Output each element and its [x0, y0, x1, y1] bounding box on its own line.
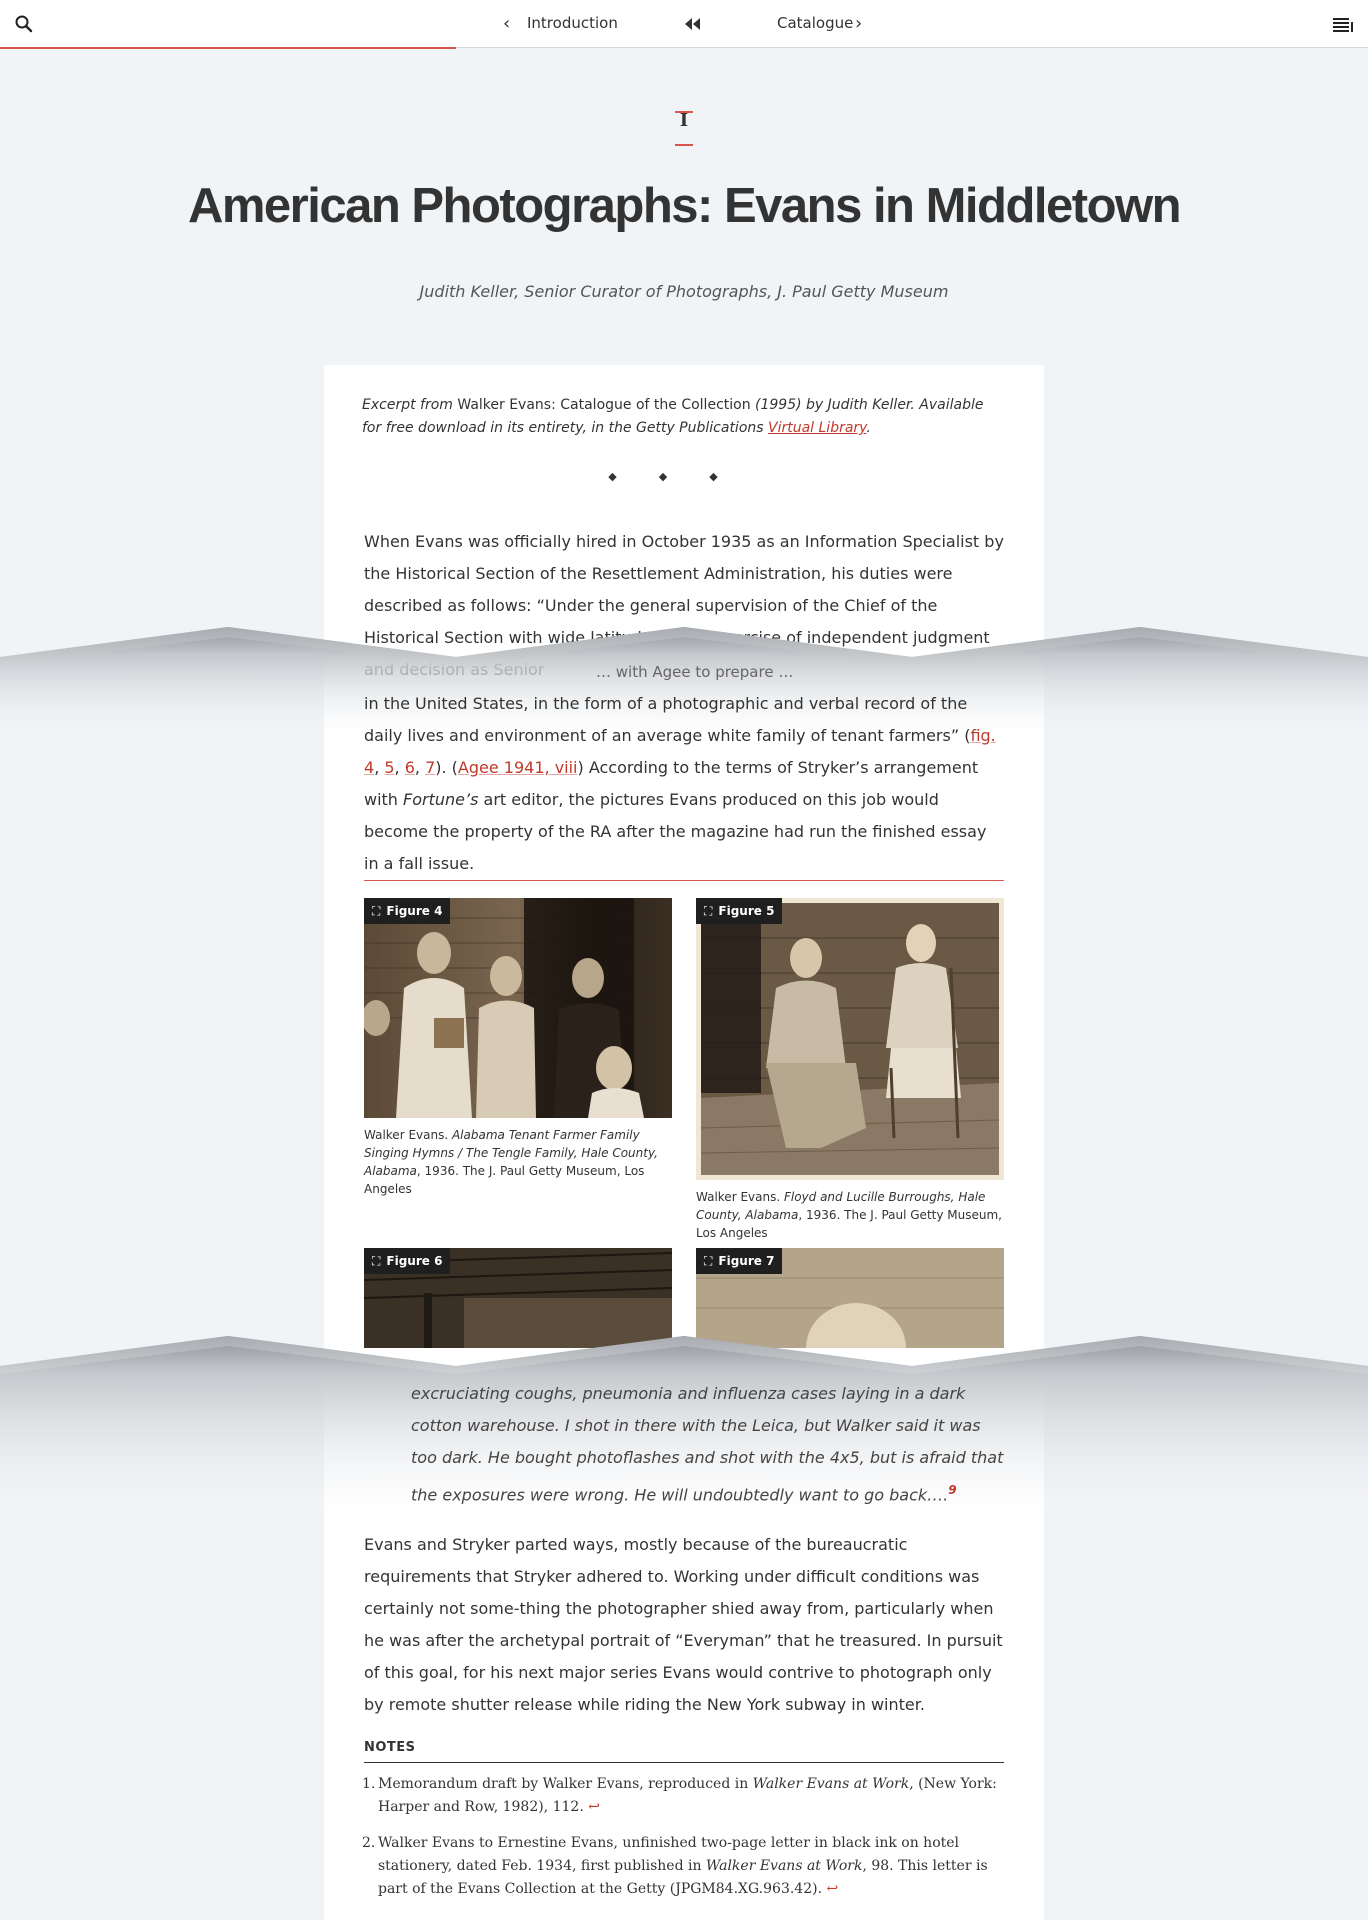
figure-4-caption: Walker Evans. Alabama Tenant Farmer Fami…: [364, 1128, 658, 1196]
note-backlink-icon[interactable]: ↩: [584, 1799, 600, 1815]
excerpt-end: .: [866, 420, 871, 436]
note-item: 2. Walker Evans to Ernestine Evans, unfi…: [362, 1835, 988, 1897]
figure-4-image[interactable]: ⛶ Figure 4: [364, 898, 672, 1118]
next-chapter-link[interactable]: Catalogue: [777, 14, 853, 32]
chapter-number-rule-bottom: [675, 144, 693, 146]
figure-5-caption: Walker Evans. Floyd and Lucille Burrough…: [696, 1190, 1002, 1240]
figure-6-tag[interactable]: ⛶ Figure 6: [364, 1248, 451, 1274]
figure-4-tag[interactable]: ⛶ Figure 4: [364, 898, 451, 924]
footnote-9-link[interactable]: 9: [948, 1483, 956, 1497]
figure-7-tag[interactable]: ⛶ Figure 7: [696, 1248, 783, 1274]
chapter-author: Judith Keller, Senior Curator of Photogr…: [419, 282, 949, 301]
notes-rule: [364, 1762, 1004, 1763]
reading-progress-bar: [0, 47, 456, 49]
search-icon[interactable]: [12, 12, 36, 36]
excerpt-book-title: Walker Evans: Catalogue of the Collectio…: [452, 397, 756, 413]
menu-icon[interactable]: [1331, 12, 1355, 36]
chevron-right-icon[interactable]: ›: [855, 13, 862, 34]
agee-1941-reference-link[interactable]: Agee 1941, viii: [458, 758, 578, 777]
chapter-number: I: [679, 110, 689, 131]
expand-icon: ⛶: [704, 1254, 713, 1268]
block-quote: excruciating coughs, pneumonia and influ…: [411, 1384, 1004, 1505]
body-paragraph-1-fragment: … with Agee to prepare …: [596, 663, 794, 681]
body-paragraph-3: Evans and Stryker parted ways, mostly be…: [364, 1535, 1003, 1714]
excerpt-lead: Excerpt from: [362, 397, 453, 413]
expand-icon: ⛶: [372, 1254, 381, 1268]
notes-heading: NOTES: [364, 1740, 416, 1755]
page-title: American Photographs: Evans in Middletow…: [187, 179, 1182, 233]
fig-6-link[interactable]: 6: [405, 758, 415, 777]
note-item: 1. Memorandum draft by Walker Evans, rep…: [362, 1776, 997, 1815]
figure-7-image[interactable]: ⛶ Figure 7: [696, 1248, 1004, 1348]
figure-5-image[interactable]: ⛶ Figure 5: [696, 898, 1004, 1180]
fig-7-link[interactable]: 7: [425, 758, 435, 777]
prev-chapter-link[interactable]: Introduction: [527, 14, 618, 32]
figure-group-rule: [364, 880, 1004, 881]
expand-icon: ⛶: [372, 904, 381, 918]
note-backlink-icon[interactable]: ↩: [822, 1881, 838, 1897]
double-chevron-left-icon[interactable]: [681, 12, 705, 36]
excerpt-note: Excerpt from Walker Evans: Catalogue of …: [362, 394, 1002, 440]
chevron-left-icon[interactable]: ‹: [503, 13, 510, 34]
fig-5-link[interactable]: 5: [384, 758, 394, 777]
figure-6-image[interactable]: ⛶ Figure 6: [364, 1248, 672, 1348]
expand-icon: ⛶: [704, 904, 713, 918]
top-navigation-bar: ‹ Introduction Catalogue ›: [0, 0, 1368, 49]
body-paragraph-2: in the United States, in the form of a p…: [364, 694, 996, 873]
section-separator: ◆◆◆: [608, 470, 760, 483]
virtual-library-link[interactable]: Virtual Library: [768, 420, 866, 436]
figure-5-tag[interactable]: ⛶ Figure 5: [696, 898, 783, 924]
